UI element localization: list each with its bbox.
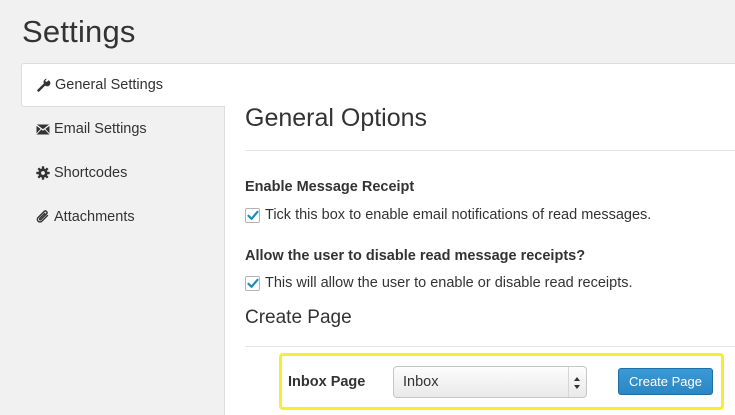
select-arrows-icon — [574, 377, 580, 389]
select-divider — [568, 367, 569, 397]
checkbox-text: This will allow the user to enable or di… — [265, 275, 633, 291]
create-page-title: Create Page — [245, 307, 352, 328]
sidebar-item-label: Email Settings — [54, 121, 147, 137]
option-label-enable-message-receipt: Enable Message Receipt — [245, 179, 415, 195]
sidebar-item-label: General Settings — [55, 77, 164, 93]
settings-content-panel: General Options Enable Message Receipt T… — [224, 63, 735, 415]
checkbox-text: Tick this box to enable email notificati… — [265, 207, 652, 223]
option-label-allow-disable-receipts: Allow the user to disable read message r… — [245, 248, 586, 264]
envelope-icon — [35, 121, 51, 137]
checkmark-icon — [246, 210, 259, 220]
sidebar-item-label: Shortcodes — [54, 165, 128, 181]
select-value: Inbox — [403, 374, 439, 390]
section-title: General Options — [245, 104, 428, 132]
sidebar-item-attachments[interactable]: Attachments — [21, 195, 224, 239]
sidebar-item-general-settings[interactable]: General Settings — [21, 63, 225, 107]
inbox-page-label: Inbox Page — [288, 374, 366, 390]
divider — [245, 346, 735, 347]
sidebar-item-email-settings[interactable]: Email Settings — [21, 107, 224, 151]
divider — [245, 150, 735, 151]
wrench-icon — [36, 77, 52, 93]
enable-message-receipt-checkbox[interactable] — [245, 207, 260, 223]
page-title: Settings — [22, 14, 136, 49]
option-row-allow-disable-receipts: This will allow the user to enable or di… — [245, 275, 633, 291]
inbox-page-select[interactable]: Inbox — [393, 366, 587, 398]
sidebar-item-shortcodes[interactable]: Shortcodes — [21, 151, 224, 195]
allow-disable-receipts-checkbox[interactable] — [245, 275, 260, 291]
checkmark-icon — [246, 278, 259, 288]
gear-icon — [35, 165, 51, 181]
option-row-enable-message-receipt: Tick this box to enable email notificati… — [245, 207, 651, 223]
create-page-button[interactable]: Create Page — [618, 368, 713, 395]
sidebar-item-label: Attachments — [54, 209, 135, 225]
settings-sidebar: General Settings Email Settings Shortcod… — [21, 63, 225, 239]
paperclip-icon — [35, 209, 51, 225]
